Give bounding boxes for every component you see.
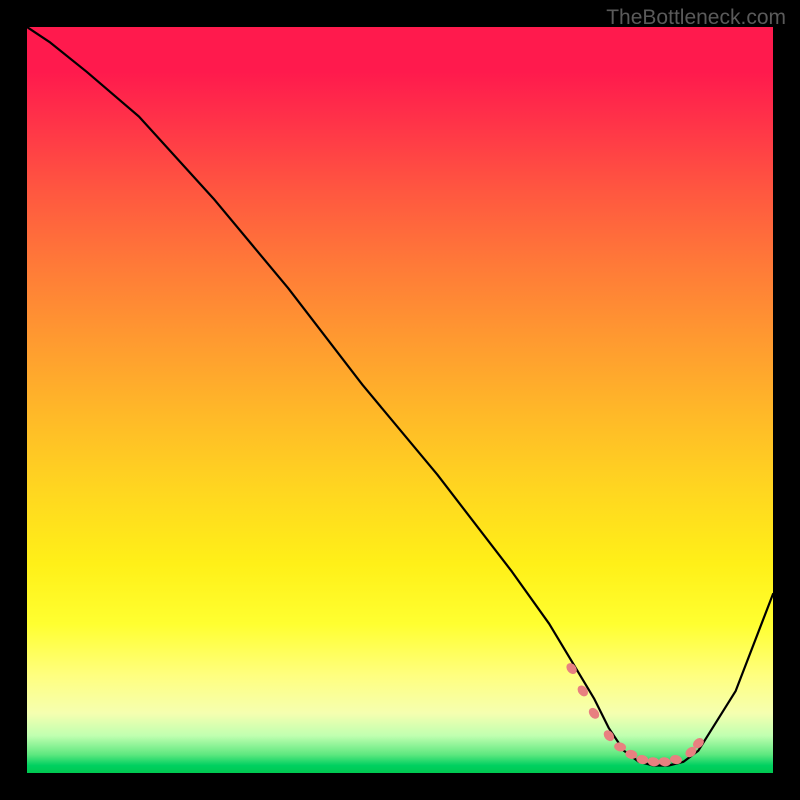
highlight-dot	[625, 749, 638, 760]
watermark-text: TheBottleneck.com	[606, 6, 786, 30]
highlight-dots	[564, 661, 706, 767]
curve-line	[27, 27, 773, 766]
plot-area	[27, 27, 773, 773]
chart-svg	[27, 27, 773, 773]
highlight-dot	[575, 683, 590, 698]
